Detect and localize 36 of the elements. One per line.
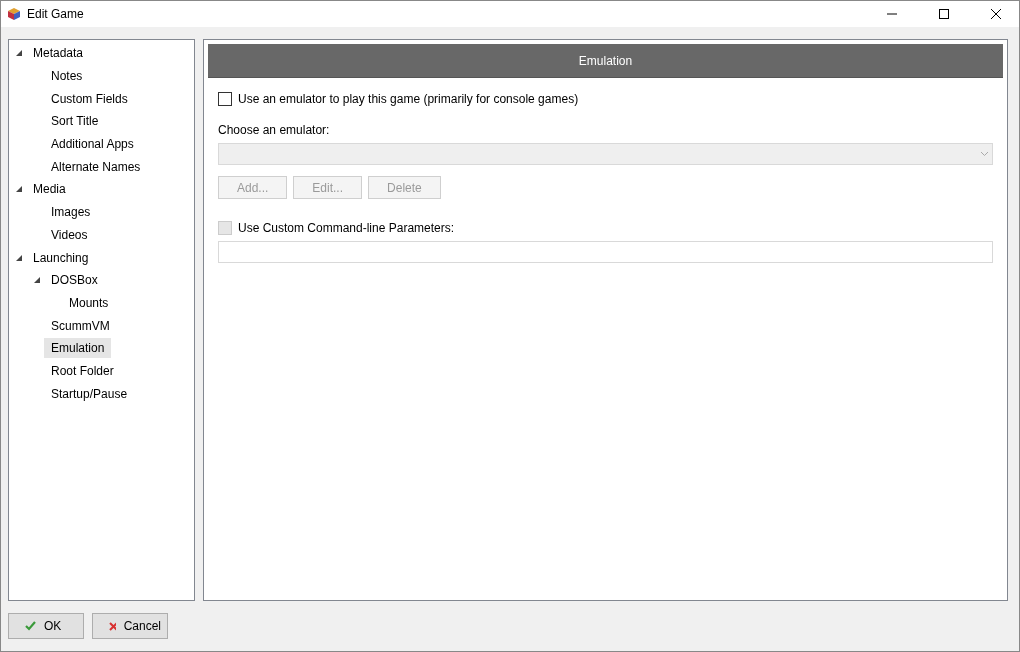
cancel-button[interactable]: Cancel — [92, 613, 168, 639]
maximize-icon — [939, 9, 949, 19]
tree-item[interactable]: Videos — [44, 224, 95, 245]
tree-item[interactable]: Custom Fields — [44, 88, 135, 109]
close-icon — [109, 621, 116, 631]
checkmark-icon — [25, 621, 36, 631]
window-title: Edit Game — [27, 7, 85, 21]
tree-item[interactable]: Emulation — [44, 338, 112, 359]
expanded-arrow-icon[interactable] — [15, 253, 23, 262]
tree-item[interactable]: Sort Title — [44, 111, 106, 132]
expanded-arrow-icon[interactable] — [33, 276, 41, 285]
section-header: Emulation — [208, 44, 1003, 78]
tree-item[interactable]: Mounts — [62, 292, 116, 313]
expanded-arrow-icon[interactable] — [15, 185, 23, 194]
checkbox-label: Use Custom Command-line Parameters: — [238, 221, 455, 235]
expanded-arrow-icon[interactable] — [15, 49, 23, 58]
ok-button[interactable]: OK — [8, 613, 84, 639]
tree-item[interactable]: Notes — [44, 66, 90, 87]
tree-item[interactable]: Startup/Pause — [44, 383, 135, 404]
tree-item[interactable]: Root Folder — [44, 360, 121, 381]
cube-logo-icon — [7, 7, 21, 21]
chevron-down-icon — [981, 152, 988, 156]
tree-item[interactable]: Additional Apps — [44, 134, 141, 155]
tree-item[interactable]: Launching — [26, 247, 96, 268]
checkbox-label: Use an emulator to play this game (primarily for console games) — [238, 92, 579, 106]
field-label: Choose an emulator: — [218, 123, 331, 137]
tree-item[interactable]: Alternate Names — [44, 156, 148, 177]
tree-item[interactable]: Media — [26, 179, 73, 200]
tree-item[interactable]: DOSBox — [44, 270, 105, 291]
minimize-icon — [887, 13, 897, 15]
tree-item[interactable]: Metadata — [26, 43, 91, 64]
close-icon — [991, 9, 1001, 19]
checkbox[interactable] — [218, 92, 232, 106]
parameters-field[interactable] — [218, 241, 993, 263]
tree-item[interactable]: Images — [44, 202, 98, 223]
tree-item[interactable]: ScummVM — [44, 315, 117, 336]
